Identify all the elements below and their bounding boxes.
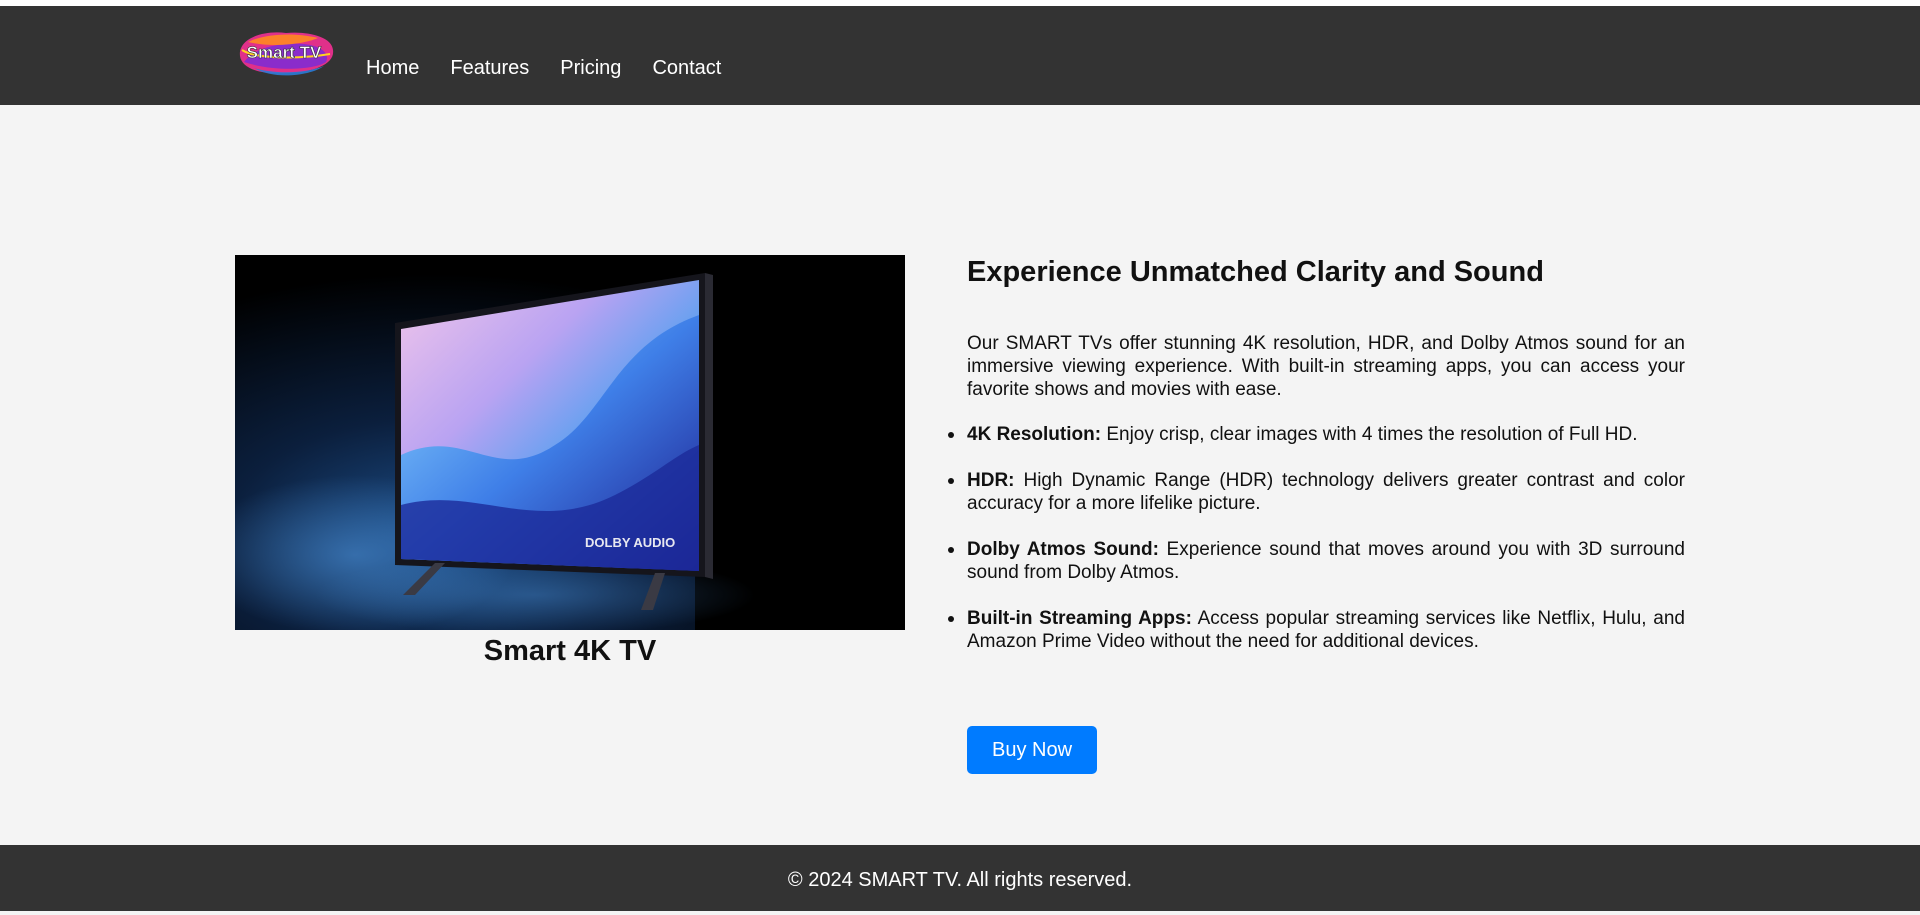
copyright-text: © 2024 SMART TV. All rights reserved. [787, 869, 1133, 891]
site-footer: © 2024 SMART TV. All rights reserved. [0, 845, 1920, 911]
nav-pricing-link[interactable]: Pricing [560, 56, 621, 80]
feature-item: HDR: High Dynamic Range (HDR) technology… [948, 469, 1685, 515]
feature-name: Dolby Atmos Sound: [967, 539, 1159, 560]
feature-list: 4K Resolution: Enjoy crisp, clear images… [948, 423, 1685, 653]
feature-item: Dolby Atmos Sound: Experience sound that… [948, 538, 1685, 584]
feature-text: Enjoy crisp, clear images with 4 times t… [1101, 424, 1638, 445]
nav-home-link[interactable]: Home [366, 56, 419, 80]
product-details: Experience Unmatched Clarity and Sound O… [948, 252, 1685, 676]
feature-item: Built-in Streaming Apps: Access popular … [948, 607, 1685, 653]
feature-name: 4K Resolution: [967, 424, 1102, 445]
product-name: Smart 4K TV [483, 635, 657, 667]
feature-item: 4K Resolution: Enjoy crisp, clear images… [948, 423, 1685, 446]
product-image: DOLBY AUDIO [235, 255, 905, 630]
logo-text: Smart TV [247, 43, 322, 62]
section-title: Experience Unmatched Clarity and Sound [967, 256, 1544, 288]
buy-now-button[interactable]: Buy Now [967, 726, 1097, 774]
intro-paragraph: Our SMART TVs offer stunning 4K resoluti… [967, 333, 1685, 400]
site-header: Smart TV Home Features Pricing Contact [0, 6, 1920, 105]
dolby-audio-badge: DOLBY AUDIO [585, 535, 675, 550]
nav-features-link[interactable]: Features [450, 56, 529, 80]
main-nav: Home Features Pricing Contact [366, 56, 721, 80]
tv-illustration: DOLBY AUDIO [235, 255, 905, 630]
nav-contact-link[interactable]: Contact [652, 56, 721, 80]
feature-text: High Dynamic Range (HDR) technology deli… [967, 470, 1685, 514]
smart-tv-logo[interactable]: Smart TV [234, 28, 336, 78]
feature-name: Built-in Streaming Apps: [967, 608, 1192, 629]
feature-name: HDR: [967, 470, 1015, 491]
